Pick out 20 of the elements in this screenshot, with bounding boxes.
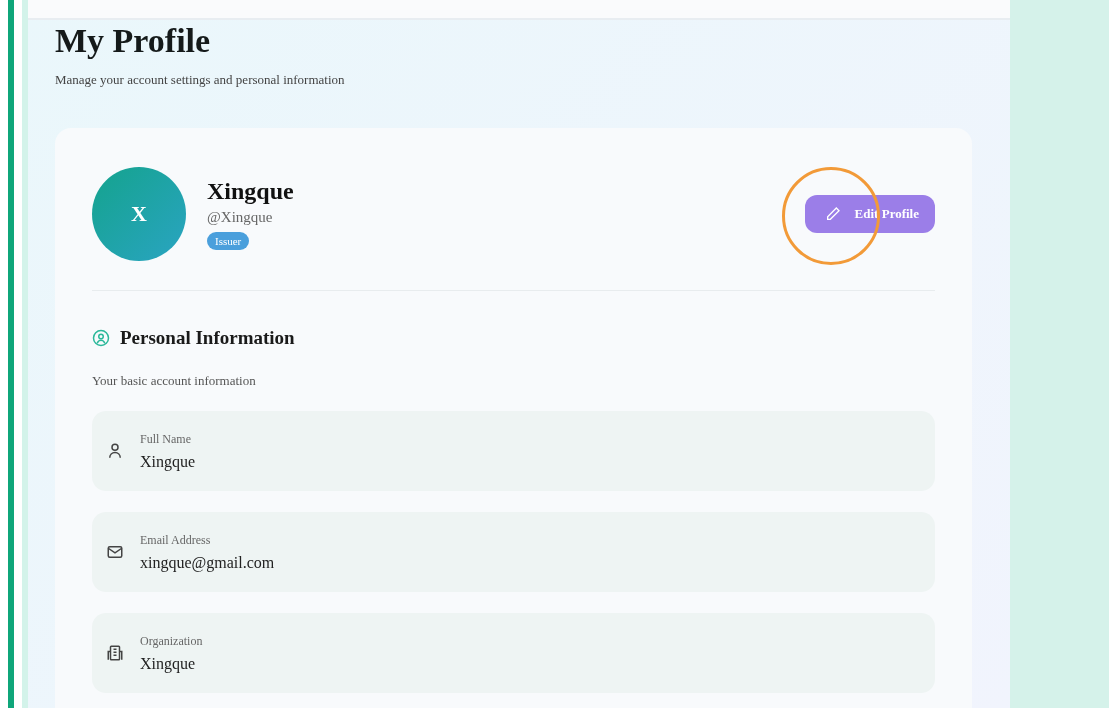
- role-badge: Issuer: [207, 232, 250, 250]
- field-value: Xingque: [140, 452, 196, 471]
- field-label: Email Address: [140, 532, 212, 548]
- user-name: Xingque: [207, 178, 294, 205]
- field-value: Xingque: [140, 654, 197, 673]
- user-handle: @Xingque: [207, 209, 273, 226]
- section-title: Personal Information: [120, 327, 295, 349]
- person-icon: [106, 442, 124, 460]
- user-circle-icon: [92, 329, 110, 347]
- page-title: My Profile: [55, 24, 212, 58]
- field-label: Organization: [140, 633, 203, 649]
- envelope-icon: [106, 543, 124, 561]
- page-subtitle: Manage your account settings and personal information: [55, 72, 346, 88]
- avatar: X: [92, 167, 186, 261]
- pencil-icon: [824, 206, 841, 222]
- section-subtitle: Your basic account information: [92, 373, 257, 389]
- edit-profile-button[interactable]: Edit Profile: [804, 195, 935, 233]
- field-label: Full Name: [140, 431, 192, 447]
- field-value: xingque@gmail.com: [140, 553, 275, 572]
- building-icon: [106, 644, 124, 662]
